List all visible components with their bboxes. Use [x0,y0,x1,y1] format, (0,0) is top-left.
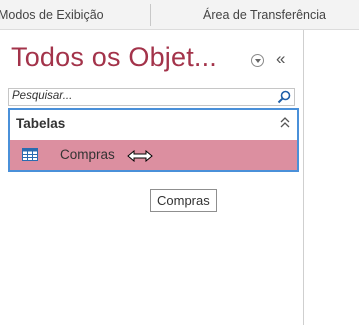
navigation-menu-button[interactable] [251,54,264,67]
search-input[interactable]: Pesquisar... [8,88,295,106]
ribbon-group-labels: Modos de Exibição Área de Transferência [0,0,359,30]
table-icon [22,148,38,161]
search-icon[interactable] [277,90,291,104]
ribbon-group-views-label: Modos de Exibição [0,8,104,22]
navigation-pane-title[interactable]: Todos os Objet... [11,42,217,73]
tables-group: Tabelas Compras [8,108,299,172]
navigation-pane: Todos os Objet... « Pesquisar... Tabelas [0,30,304,325]
tables-group-header[interactable]: Tabelas [14,112,293,134]
collapse-pane-button[interactable]: « [276,49,285,69]
tables-group-label: Tabelas [16,116,66,131]
search-placeholder: Pesquisar... [12,90,73,102]
object-item-compras[interactable]: Compras [10,140,297,170]
object-item-label: Compras [60,147,115,162]
resize-cursor-icon [127,150,153,162]
tooltip: Compras [150,189,217,212]
double-chevron-up-icon[interactable] [280,117,290,129]
circle-chevron-down-icon [254,58,261,63]
ribbon-group-clipboard-label: Área de Transferência [203,8,326,22]
ribbon-group-separator [150,4,151,26]
